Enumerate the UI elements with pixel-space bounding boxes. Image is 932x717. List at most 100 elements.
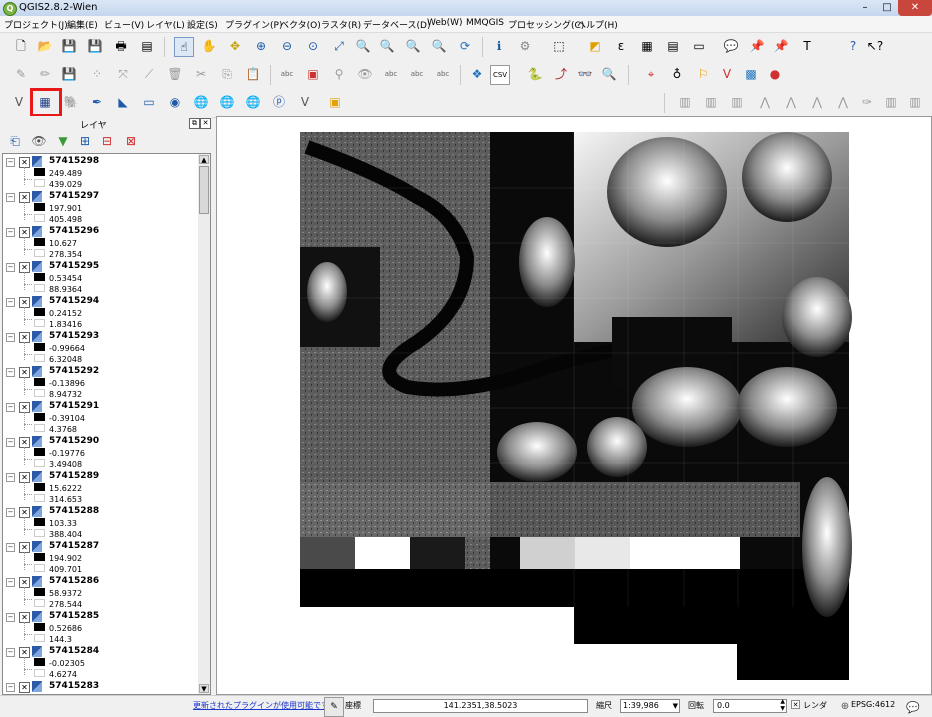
menu-help[interactable]: ヘルプ(H) <box>577 18 618 31</box>
advanced-edit-1-icon[interactable]: ⋀ <box>756 93 774 111</box>
add-db2-layer-icon[interactable]: ◉ <box>166 93 184 111</box>
menu-web[interactable]: Web(W) <box>427 18 463 28</box>
show-hide-labels-icon[interactable]: 👁 <box>356 65 374 83</box>
dropbox-icon[interactable]: ❖ <box>468 65 486 83</box>
layer-item[interactable]: − ✕ 57415297 197.901 405.498 <box>3 189 199 224</box>
paste-features-icon[interactable]: 📋 <box>244 65 262 83</box>
layer-item[interactable]: − ✕ 57415289 15.6222 314.653 <box>3 469 199 504</box>
node-tool-icon[interactable]: ⟋ <box>140 65 158 83</box>
zoom-full-icon[interactable]: ⤢ <box>330 37 348 55</box>
help-icon[interactable]: ? <box>844 37 862 55</box>
minimize-button[interactable]: – <box>854 0 876 16</box>
csv-icon[interactable]: CSV <box>490 65 510 85</box>
layer-item[interactable]: − ✕ 57415287 194.902 409.701 <box>3 539 199 574</box>
collapse-icon[interactable]: − <box>6 368 15 377</box>
scroll-up-arrow-icon[interactable]: ▲ <box>199 155 209 164</box>
scale-combo[interactable]: 1:39,986 ▼ <box>620 699 680 713</box>
vector-tool-icon[interactable]: V <box>718 65 736 83</box>
advanced-edit-4-icon[interactable]: ⋀ <box>834 93 852 111</box>
menu-plugins[interactable]: プラグイン(P) <box>225 18 282 31</box>
layer-item[interactable]: − ✕ 57415283 <box>3 679 199 694</box>
add-feature-icon[interactable]: ⁘ <box>88 65 106 83</box>
binoculars-icon[interactable]: 👓 <box>576 65 594 83</box>
new-bookmark-icon[interactable]: 📌 <box>748 37 766 55</box>
search-info-icon[interactable]: 🔍 <box>600 65 618 83</box>
layer-item[interactable]: − ✕ 57415293 -0.99664 6.32048 <box>3 329 199 364</box>
menu-view[interactable]: ビュー(V) <box>104 18 144 31</box>
annotation-icon[interactable]: 💬 <box>722 37 740 55</box>
delete-selected-icon[interactable]: 🗑 <box>166 65 184 83</box>
zoom-to-layer-icon[interactable]: 🔍 <box>354 37 372 55</box>
composer-manager-icon[interactable]: ▤ <box>138 37 156 55</box>
plugin-update-link[interactable]: 更新されたプラグインが使用可能です <box>193 700 329 711</box>
move-label-icon[interactable]: abc <box>382 65 400 83</box>
georeferencer-icon[interactable]: ♁ <box>668 65 686 83</box>
zoom-actual-size-icon[interactable]: ⊙ <box>304 37 322 55</box>
render-checkbox[interactable]: ✕ <box>791 700 800 709</box>
zoom-last-icon[interactable]: 🔍 <box>404 37 422 55</box>
rotation-field[interactable]: 0.0 ▲ ▼ <box>713 698 787 713</box>
pin-labels-icon[interactable]: ⚲ <box>330 65 348 83</box>
layer-labeling-icon[interactable]: ▣ <box>304 65 322 83</box>
remove-layer-icon[interactable]: ⊠ <box>122 132 140 150</box>
attribute-table-icon[interactable]: ▦ <box>638 37 656 55</box>
zoom-next-icon[interactable]: 🔍 <box>430 37 448 55</box>
collapse-icon[interactable]: − <box>6 403 15 412</box>
visibility-checkbox[interactable]: ✕ <box>19 682 30 693</box>
python-console-icon[interactable]: 🐍 <box>526 65 544 83</box>
spin-arrows-icon[interactable]: ▲ ▼ <box>780 698 785 712</box>
add-postgis-layer-icon[interactable]: 🐘 <box>62 93 80 111</box>
crs-status[interactable]: EPSG:4612 <box>851 700 895 709</box>
current-edits-icon[interactable]: ✎ <box>12 65 30 83</box>
layer-tree-scrollbar[interactable]: ▲ ▼ <box>198 153 211 695</box>
collapse-icon[interactable]: − <box>6 438 15 447</box>
collapse-icon[interactable]: − <box>6 543 15 552</box>
layer-item[interactable]: − ✕ 57415292 -0.13896 8.94732 <box>3 364 199 399</box>
gps-tools-icon[interactable]: ⚐ <box>694 65 712 83</box>
collapse-icon[interactable]: − <box>6 473 15 482</box>
add-delimited-text-icon[interactable]: ⓟ <box>270 93 288 111</box>
layer-item[interactable]: − ✕ 57415296 10.627 278.354 <box>3 224 199 259</box>
action-icon[interactable]: ⚙ <box>516 37 534 55</box>
save-edits-icon[interactable]: 💾 <box>60 65 78 83</box>
collapse-icon[interactable]: − <box>6 578 15 587</box>
save-as-icon[interactable]: 💾 <box>86 37 104 55</box>
rotate-label-icon[interactable]: abc <box>408 65 426 83</box>
plugin-tomato-icon[interactable]: ● <box>766 65 784 83</box>
text-annotation-icon[interactable]: T <box>798 37 816 55</box>
deselect-icon[interactable]: ◩ <box>586 37 604 55</box>
menu-database[interactable]: データベース(D) <box>363 18 431 31</box>
menu-settings[interactable]: 設定(S) <box>187 18 218 31</box>
statistics-icon[interactable]: ▤ <box>664 37 682 55</box>
show-bookmarks-icon[interactable]: 📌 <box>772 37 790 55</box>
move-feature-icon[interactable]: ⤧ <box>114 65 132 83</box>
menu-processing[interactable]: プロセッシング(C) <box>508 18 584 31</box>
labeling-icon[interactable]: abc <box>278 65 296 83</box>
collapse-icon[interactable]: − <box>6 263 15 272</box>
layer-item[interactable]: − ✕ 57415295 0.53454 88.9364 <box>3 259 199 294</box>
layer-item[interactable]: − ✕ 57415284 -0.02305 4.6274 <box>3 644 199 679</box>
advanced-edit-7-icon[interactable]: ▥ <box>906 93 924 111</box>
raster-tool-icon[interactable]: ▩ <box>742 65 760 83</box>
chevron-down-icon[interactable]: ▼ <box>673 700 678 712</box>
maximize-button[interactable]: □ <box>876 0 898 16</box>
refresh-icon[interactable]: ⟳ <box>456 37 474 55</box>
save-project-icon[interactable]: 💾 <box>60 37 78 55</box>
scroll-down-arrow-icon[interactable]: ▼ <box>199 684 209 693</box>
pan-to-selection-icon[interactable]: ✥ <box>226 37 244 55</box>
collapse-all-icon[interactable]: ⊟ <box>98 132 116 150</box>
collapse-icon[interactable]: − <box>6 333 15 342</box>
layer-item[interactable]: − ✕ 57415288 103.33 388.404 <box>3 504 199 539</box>
toggle-editing-icon[interactable]: ✏ <box>36 65 54 83</box>
whats-this-icon[interactable]: ↖? <box>866 37 884 55</box>
panel-close-button[interactable]: ✕ <box>200 118 211 129</box>
measure-icon[interactable]: ▭ <box>690 37 708 55</box>
scroll-thumb[interactable] <box>199 166 209 214</box>
digitize-1-icon[interactable]: ▥ <box>676 93 694 111</box>
manage-visibility-icon[interactable]: 👁 <box>30 132 48 150</box>
close-window-button[interactable]: ✕ <box>898 0 932 16</box>
add-mssql-layer-icon[interactable]: ◣ <box>114 93 132 111</box>
menu-raster[interactable]: ラスタ(R) <box>321 18 361 31</box>
add-vector-layer-icon[interactable]: V <box>10 93 28 111</box>
advanced-edit-2-icon[interactable]: ⋀ <box>782 93 800 111</box>
